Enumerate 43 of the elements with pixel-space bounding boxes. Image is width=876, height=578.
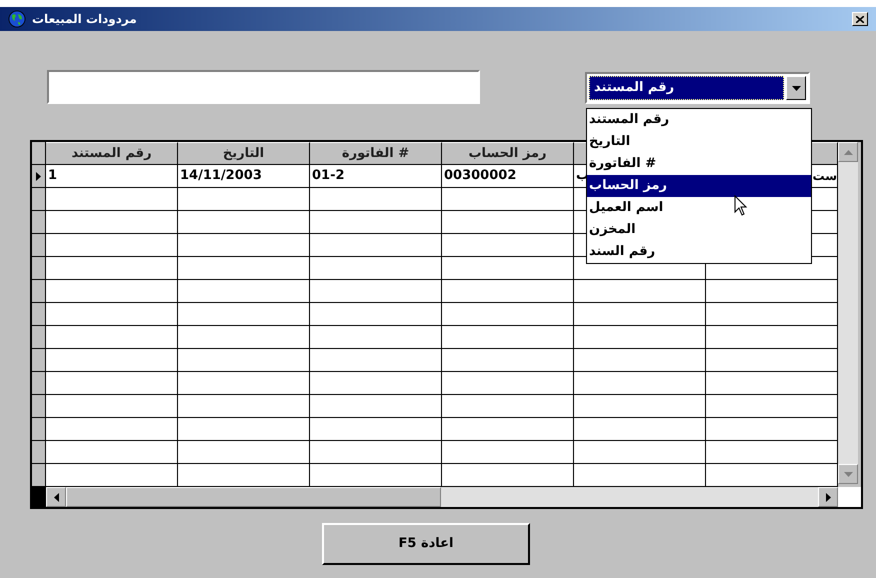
column-header[interactable]: رقم المستند — [46, 142, 178, 165]
scroll-up-icon — [844, 150, 852, 154]
dropdown-item[interactable]: رقم السند — [587, 241, 811, 263]
scroll-down-icon — [844, 472, 852, 476]
window-title: مردودات المبيعات — [32, 11, 137, 28]
row-selector[interactable] — [32, 211, 46, 234]
close-icon — [856, 16, 864, 22]
dropdown-item[interactable]: التاريخ — [587, 131, 811, 153]
table-cell: 00300002 — [442, 165, 574, 188]
scroll-right-icon — [826, 492, 830, 502]
reload-button[interactable]: F5 اعادة — [322, 523, 530, 565]
close-button[interactable] — [852, 12, 868, 26]
row-selector[interactable] — [32, 326, 46, 349]
row-selector[interactable] — [32, 372, 46, 395]
row-selector[interactable] — [32, 257, 46, 280]
dropdown-item[interactable]: المخزن — [587, 219, 811, 241]
dropdown-item[interactable]: رقم المستند — [587, 109, 811, 131]
vertical-scrollbar[interactable] — [838, 142, 858, 484]
table-cell: 1 — [46, 165, 178, 188]
dropdown-item[interactable]: رمز الحساب — [587, 175, 811, 197]
dropdown-item[interactable]: اسم العميل — [587, 197, 811, 219]
table-cell: 01-2 — [310, 165, 442, 188]
scrollbar-corner — [838, 487, 861, 507]
row-selector[interactable] — [32, 395, 46, 418]
row-selector[interactable] — [32, 418, 46, 441]
row-selector[interactable] — [32, 303, 46, 326]
column-header[interactable]: الفاتورة # — [310, 142, 442, 165]
cursor-icon — [734, 195, 748, 216]
scroll-left-icon — [54, 492, 58, 502]
field-combo[interactable]: رقم المستند — [585, 72, 810, 104]
row-selector[interactable] — [32, 234, 46, 257]
column-header[interactable]: التاريخ — [178, 142, 310, 165]
horizontal-scrollbar[interactable] — [46, 487, 838, 507]
row-selector[interactable] — [32, 165, 46, 188]
search-field[interactable] — [47, 70, 480, 104]
row-selector[interactable] — [32, 464, 46, 487]
row-selector[interactable] — [32, 441, 46, 464]
table-cell: 14/11/2003 — [178, 165, 310, 188]
row-selector[interactable] — [32, 349, 46, 372]
row-selector[interactable] — [32, 188, 46, 211]
column-header[interactable]: رمز الحساب — [442, 142, 574, 165]
globe-icon — [8, 10, 26, 28]
row-selector[interactable] — [32, 280, 46, 303]
